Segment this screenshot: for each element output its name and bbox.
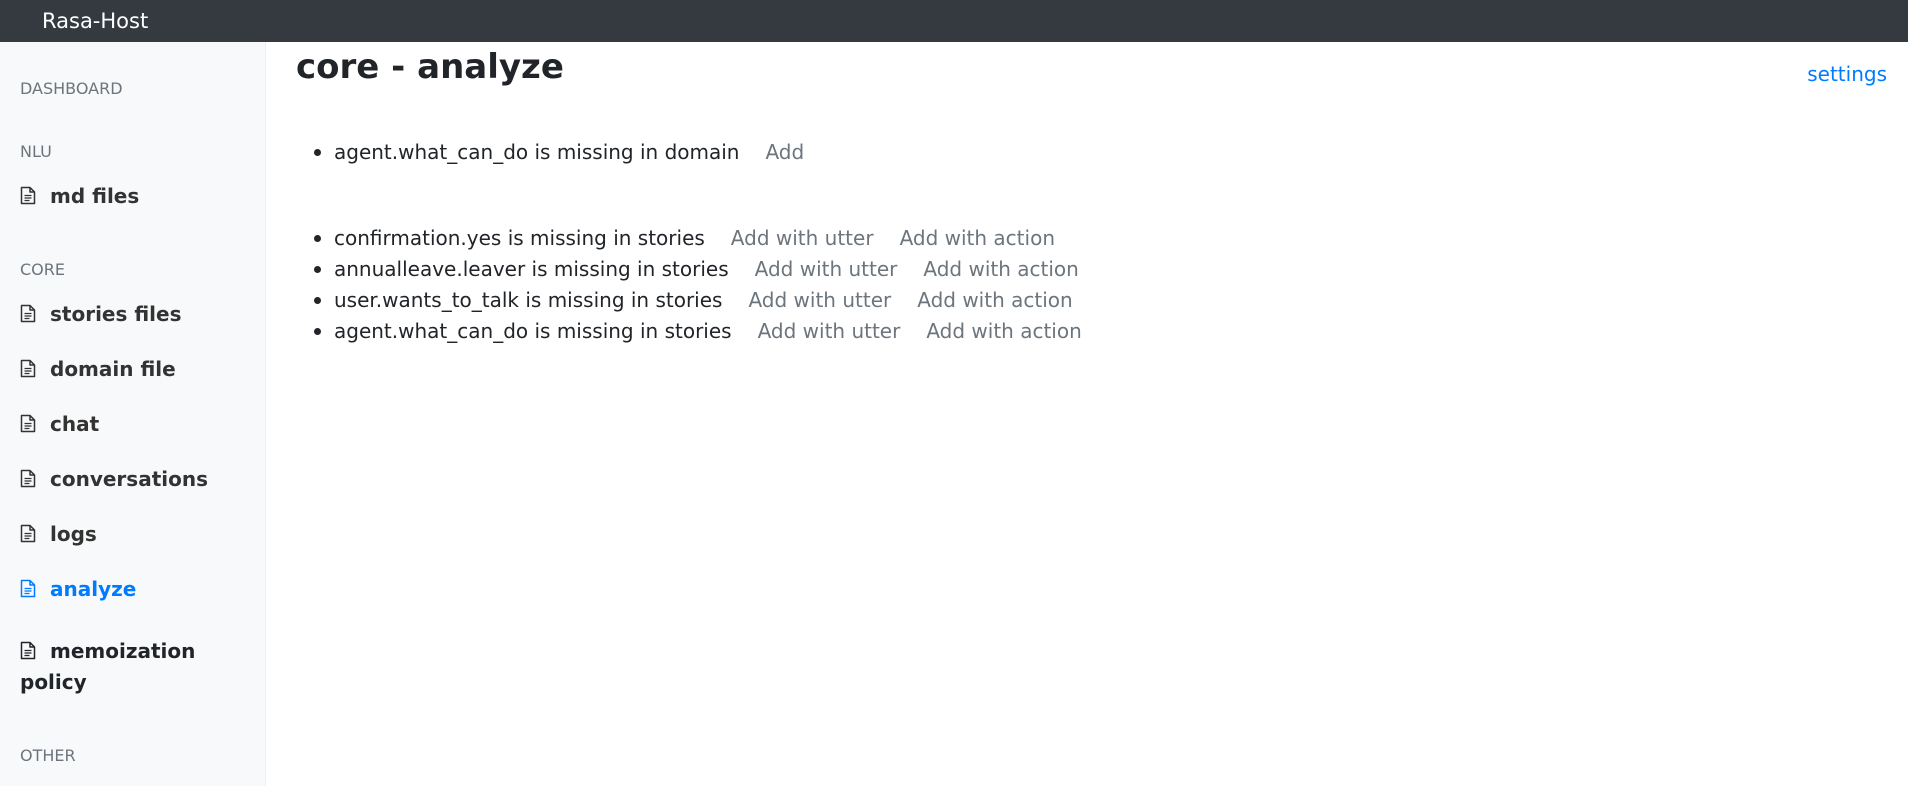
add-with-action-link[interactable]: Add with action [900, 226, 1055, 250]
file-text-icon [20, 304, 36, 323]
add-with-utter-link[interactable]: Add with utter [755, 257, 898, 281]
issue-text: annualleave.leaver is missing in stories [334, 257, 729, 281]
file-text-icon [20, 359, 36, 378]
sidebar-item-memoization-policy[interactable]: memoization policy [20, 636, 250, 698]
domain-issues-list: agent.what_can_do is missing in domain Ad… [314, 137, 804, 168]
sidebar-item-analyze[interactable]: analyze [20, 574, 250, 605]
bullet-icon [314, 235, 321, 242]
sidebar-item-label: md files [50, 184, 140, 208]
list-item: user.wants_to_talk is missing in stories… [314, 285, 1082, 316]
page-title: core - analyze [296, 47, 564, 87]
bullet-icon [314, 266, 321, 273]
main-content: core - analyze settings agent.what_can_d… [266, 42, 1908, 786]
file-text-icon [20, 641, 36, 660]
add-with-action-link[interactable]: Add with action [926, 319, 1081, 343]
bullet-icon [314, 297, 321, 304]
sidebar-item-label: memoization policy [20, 639, 196, 694]
sidebar: DASHBOARD NLU md files CORE stories file… [0, 42, 266, 786]
add-with-utter-link[interactable]: Add with utter [731, 226, 874, 250]
brand-link[interactable]: Rasa-Host [42, 8, 148, 34]
add-with-utter-link[interactable]: Add with utter [748, 288, 891, 312]
list-item: agent.what_can_do is missing in stories A… [314, 316, 1082, 347]
sidebar-item-domain-file[interactable]: domain file [20, 354, 250, 385]
bullet-icon [314, 328, 321, 335]
list-item: agent.what_can_do is missing in domain Ad… [314, 137, 804, 168]
settings-link[interactable]: settings [1807, 62, 1887, 86]
issue-text: agent.what_can_do is missing in domain [334, 140, 740, 164]
sidebar-heading-other: OTHER [20, 746, 76, 765]
list-item: confirmation.yes is missing in stories Ad… [314, 223, 1082, 254]
sidebar-item-label: conversations [50, 467, 208, 491]
issue-text: user.wants_to_talk is missing in stories [334, 288, 723, 312]
add-with-action-link[interactable]: Add with action [917, 288, 1072, 312]
add-with-action-link[interactable]: Add with action [923, 257, 1078, 281]
sidebar-item-label: logs [50, 522, 97, 546]
issue-text: agent.what_can_do is missing in stories [334, 319, 732, 343]
sidebar-item-md-files[interactable]: md files [20, 181, 250, 212]
sidebar-item-logs[interactable]: logs [20, 519, 250, 550]
issue-text: confirmation.yes is missing in stories [334, 226, 705, 250]
file-text-icon [20, 186, 36, 205]
add-link[interactable]: Add [765, 140, 804, 164]
sidebar-heading-core: CORE [20, 260, 65, 279]
file-text-icon [20, 414, 36, 433]
sidebar-heading-dashboard[interactable]: DASHBOARD [20, 79, 123, 99]
list-item: annualleave.leaver is missing in stories… [314, 254, 1082, 285]
top-navbar: Rasa-Host [0, 0, 1908, 42]
add-with-utter-link[interactable]: Add with utter [758, 319, 901, 343]
sidebar-item-conversations[interactable]: conversations [20, 464, 250, 495]
story-issues-list: confirmation.yes is missing in stories Ad… [314, 223, 1082, 347]
file-text-icon [20, 524, 36, 543]
file-text-icon [20, 579, 36, 598]
sidebar-item-stories-files[interactable]: stories files [20, 299, 250, 330]
bullet-icon [314, 149, 321, 156]
sidebar-item-label: domain file [50, 357, 176, 381]
sidebar-item-label: chat [50, 412, 100, 436]
sidebar-item-chat[interactable]: chat [20, 409, 250, 440]
sidebar-item-label: analyze [50, 577, 137, 601]
sidebar-heading-nlu: NLU [20, 142, 52, 161]
sidebar-item-label: stories files [50, 302, 182, 326]
file-text-icon [20, 469, 36, 488]
